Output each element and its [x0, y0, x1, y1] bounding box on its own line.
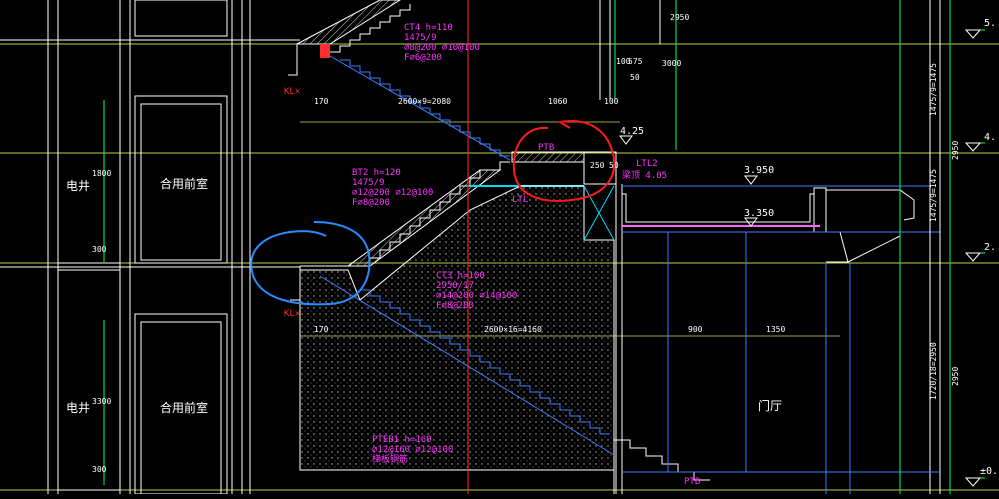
ltl2-label: LTL2: [636, 159, 658, 169]
dim-1475-b: 1475/9=1475: [929, 169, 938, 222]
upper-flight: [288, 0, 411, 76]
dim-300-b: 300: [92, 465, 107, 474]
bt2-line-2: 1475/9: [352, 178, 385, 188]
room-label-lobby-1: 合用前室: [160, 176, 208, 191]
elev-2: 2.: [984, 242, 996, 253]
stair-section-drawing: 电井 合用前室 电井 合用前室 门厅 CT4 h=110 1475/9 ⌀8@2…: [0, 0, 999, 495]
dim-1720: 1720/18=2950: [929, 342, 938, 400]
bt2-line-1: BT2 h=120: [352, 168, 401, 178]
landing-cross: [583, 185, 615, 241]
dim-575: 575: [628, 57, 643, 66]
pteb1-line-1: PTEB1 h=160: [372, 435, 432, 445]
dim-170-bottom: 170: [314, 325, 329, 334]
dim-2600-top: 2600×9=2080: [398, 97, 451, 106]
dim-900: 900: [688, 325, 703, 334]
dim-300-a: 300: [92, 245, 107, 254]
dim-50-vertical: 50: [630, 73, 640, 82]
cad-drawing: 电井 合用前室 电井 合用前室 门厅 CT4 h=110 1475/9 ⌀8@2…: [0, 0, 999, 495]
ltl-small-label: LTL: [512, 195, 528, 205]
dim-250: 250: [590, 161, 605, 170]
ptb-bottom-label: PTB: [684, 477, 700, 487]
ct3-line-1: CT3 h=100: [436, 271, 485, 281]
room-label-electrical-2: 电井: [66, 401, 90, 415]
ptb-top-label: PTB: [538, 143, 554, 153]
dim-170-top: 170: [314, 97, 329, 106]
right-structure: [622, 0, 941, 494]
ct4-line-2: 1475/9: [404, 33, 437, 43]
dim-1800: 1800: [92, 169, 111, 178]
elev-3350: 3.350: [744, 208, 774, 219]
dim-1350: 1350: [766, 325, 785, 334]
ltl2-sub-label: 梁顶 4.05: [622, 169, 667, 181]
dim-1475-a: 1475/9=1475: [929, 63, 938, 116]
lower-right-lines: [667, 232, 747, 472]
ct3-line-2: 2950/17: [436, 281, 474, 291]
elev-425: 4.25: [620, 126, 644, 137]
bt2-line-4: F⌀8@200: [352, 198, 390, 208]
dim-1060: 1060: [548, 97, 567, 106]
pteb1-line-2: ⌀12@160 ⌀12@100: [372, 445, 453, 455]
dim-2600-bottom: 2600×16=4160: [484, 325, 542, 334]
elev-3950: 3.950: [744, 165, 774, 176]
kl-top-label: KL×: [284, 87, 300, 97]
kl-bottom-label: KL×: [284, 309, 300, 319]
lower-mass: [299, 185, 615, 494]
dim-2950-a: 2950: [951, 141, 960, 160]
dim-100-top: 100: [604, 97, 619, 106]
dim-2950-c: 2950: [670, 13, 689, 22]
room-label-lobby-2: 合用前室: [160, 400, 208, 415]
ct3-line-3: ⌀14@200 ⌀14@100: [436, 291, 517, 301]
left-walls: [0, 0, 300, 495]
ct4-line-1: CT4 h=110: [404, 23, 453, 33]
dim-2950-b: 2950: [951, 367, 960, 386]
pteb1-line-3: 梯板钢筋: [372, 453, 408, 465]
room-label-hall: 门厅: [758, 398, 782, 413]
dim-3000: 3000: [662, 59, 681, 68]
bt2-line-3: ⌀12@200 ⌀12@100: [352, 188, 433, 198]
elev-4: 4.: [984, 132, 996, 143]
elev-0: ±0.: [980, 466, 998, 477]
room-label-electrical-1: 电井: [66, 179, 90, 193]
ct4-line-4: F⌀6@200: [404, 53, 442, 63]
ct3-line-4: F⌀8@200: [436, 301, 474, 311]
ct4-line-3: ⌀8@200 ⌀10@100: [404, 43, 480, 53]
dim-3300: 3300: [92, 397, 111, 406]
elevation-markers: [619, 29, 982, 487]
elev-5: 5.: [984, 18, 996, 29]
